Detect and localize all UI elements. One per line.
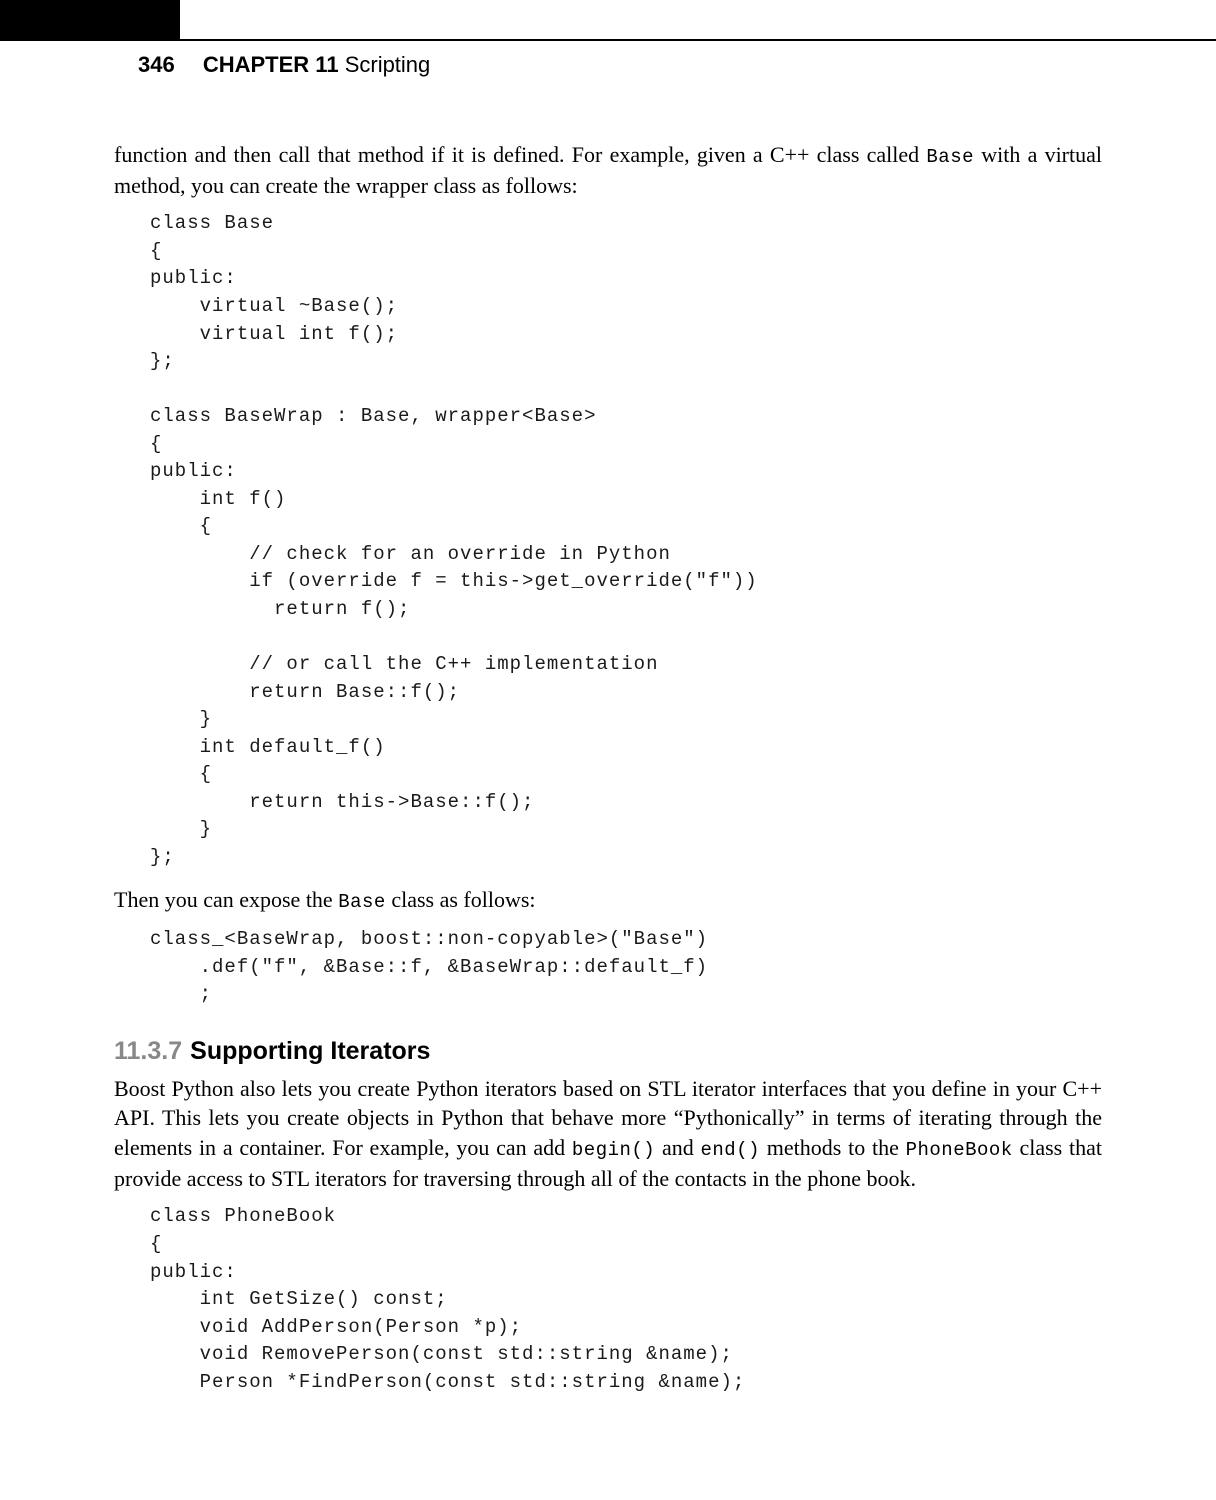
section-number: 11.3.7 [114,1037,182,1065]
running-head: 346 CHAPTER 11 Scripting [138,52,430,78]
thumb-tab [0,0,180,39]
chapter-title: Scripting [345,52,431,77]
inline-code-begin: begin() [572,1139,655,1161]
inline-code-phonebook: PhoneBook [906,1139,1013,1161]
content-area: function and then call that method if it… [114,140,1102,1410]
text: Then you can expose the [114,887,338,912]
text: methods to the [760,1135,906,1160]
text: function and then call that method if it… [114,142,926,167]
chapter-label: CHAPTER 11 [203,52,339,77]
section-heading: 11.3.7 Supporting Iterators [114,1037,1102,1066]
page-number: 346 [138,52,175,77]
intro-paragraph: function and then call that method if it… [114,140,1102,200]
inline-code-base: Base [338,891,386,913]
header-rule [0,39,1216,41]
text: and [655,1135,700,1160]
expose-paragraph: Then you can expose the Base class as fo… [114,885,1102,916]
iterators-paragraph: Boost Python also lets you create Python… [114,1074,1102,1194]
code-block-class-def: class_<BaseWrap, boost::non-copyable>("B… [150,926,1102,1009]
code-block-phonebook: class PhoneBook { public: int GetSize() … [150,1203,1102,1396]
section-title: Supporting Iterators [190,1037,430,1065]
page: 346 CHAPTER 11 Scripting function and th… [0,0,1216,1500]
code-block-base-wrap: class Base { public: virtual ~Base(); vi… [150,210,1102,871]
inline-code-base: Base [926,146,974,168]
text: class as follows: [386,887,536,912]
inline-code-end: end() [701,1139,761,1161]
